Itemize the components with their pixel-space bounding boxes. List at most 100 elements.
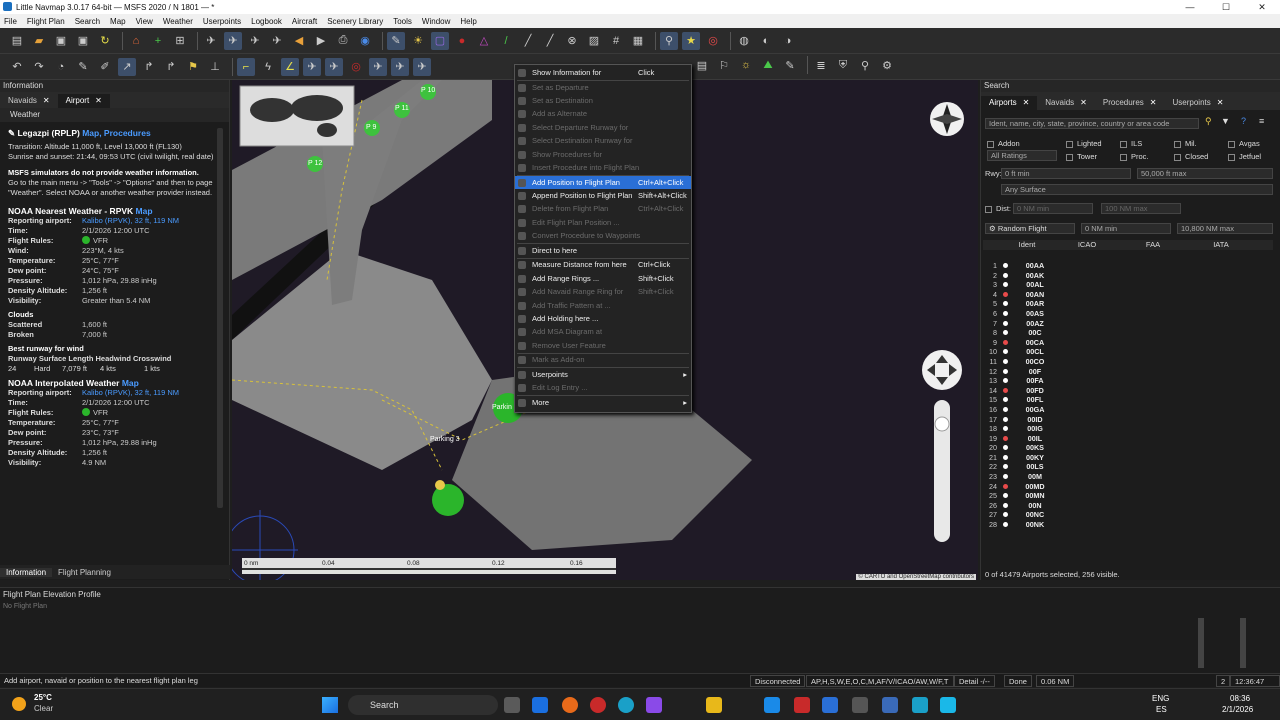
- context-menu-item[interactable]: Show Information for Click: [515, 66, 691, 79]
- brush-icon[interactable]: ✐: [96, 58, 114, 76]
- context-menu-item[interactable]: More ▸: [515, 396, 691, 409]
- menu-window[interactable]: Window: [422, 17, 450, 26]
- windows-start-icon[interactable]: [322, 697, 338, 713]
- waypoint-filter-icon[interactable]: ✈: [369, 57, 387, 76]
- menu-help[interactable]: Help: [460, 17, 476, 26]
- table-row[interactable]: 26 00N: [983, 501, 1277, 511]
- table-row[interactable]: 17 00ID: [983, 415, 1277, 425]
- menu-logbook[interactable]: Logbook: [251, 17, 282, 26]
- pencil-map-icon[interactable]: ✎: [781, 56, 799, 74]
- ratings-select[interactable]: All Ratings: [987, 150, 1057, 161]
- menu-flight-plan[interactable]: Flight Plan: [27, 17, 65, 26]
- edge-icon[interactable]: [618, 697, 634, 713]
- table-row[interactable]: 18 00IG: [983, 424, 1277, 434]
- print-icon[interactable]: ⎙: [334, 32, 352, 50]
- close-icon[interactable]: ✕: [1150, 98, 1157, 107]
- menu-userpoints[interactable]: Userpoints: [203, 17, 241, 26]
- table-row[interactable]: 5 00AR: [983, 299, 1277, 309]
- move-leg-icon[interactable]: ↗: [118, 57, 136, 76]
- open-folder-icon[interactable]: ▰: [30, 32, 48, 50]
- context-menu-item[interactable]: Direct to here: [515, 244, 691, 257]
- image-icon[interactable]: ▨: [585, 32, 603, 50]
- tab-navaids-search[interactable]: Navaids ✕: [1037, 96, 1095, 110]
- search-map-icon[interactable]: ⚲: [856, 56, 874, 74]
- check-addon[interactable]: Addon: [987, 137, 1020, 150]
- check-ils[interactable]: ILS: [1120, 137, 1142, 150]
- menu-icon[interactable]: ≡: [1259, 116, 1264, 126]
- airport-links[interactable]: Map, Procedures: [82, 128, 151, 138]
- littlenavmap-task-icon[interactable]: [882, 697, 898, 713]
- mail-icon[interactable]: [764, 697, 780, 713]
- route-icon[interactable]: ↱: [140, 58, 158, 76]
- hash-icon[interactable]: #: [607, 32, 625, 50]
- info-scrollbar[interactable]: [217, 128, 223, 508]
- table-row[interactable]: 16 00GA: [983, 405, 1277, 415]
- aircraft-center-icon[interactable]: ✈: [224, 31, 242, 50]
- check-jetfuel[interactable]: Jetfuel: [1228, 150, 1261, 163]
- table-row[interactable]: 15 00FL: [983, 395, 1277, 405]
- taskbar-lang[interactable]: ENG: [1152, 694, 1169, 703]
- tab-airport[interactable]: Airport ✕: [57, 94, 110, 108]
- globe-icon[interactable]: ◉: [356, 32, 374, 50]
- runway-icon[interactable]: ⌐: [237, 57, 255, 76]
- ruler-icon[interactable]: ╱: [519, 32, 537, 50]
- grid-app-icon[interactable]: [852, 697, 868, 713]
- vor-icon[interactable]: /: [497, 32, 515, 50]
- help-icon[interactable]: ?: [1241, 116, 1246, 126]
- context-menu-item[interactable]: Measure Distance from here Ctrl+Click: [515, 258, 691, 271]
- taskbar-weather[interactable]: Clear: [34, 704, 53, 713]
- target-icon[interactable]: ◎: [704, 32, 722, 50]
- table-row[interactable]: 8 00C: [983, 328, 1277, 338]
- check-avgas[interactable]: Avgas: [1228, 137, 1260, 150]
- filter-icon[interactable]: ▼: [1221, 116, 1230, 126]
- ndb-filter-icon[interactable]: ◎: [347, 58, 365, 76]
- search-input[interactable]: Ident, name, city, state, province, coun…: [985, 118, 1199, 129]
- maximize-button[interactable]: ☐: [1208, 0, 1244, 14]
- table-row[interactable]: 13 00FA: [983, 376, 1277, 386]
- save-as-icon[interactable]: ▣: [74, 32, 92, 50]
- tower-icon[interactable]: ⊥: [206, 58, 224, 76]
- random-max-field[interactable]: 10,800 NM max: [1177, 223, 1273, 234]
- menu-weather[interactable]: Weather: [163, 17, 193, 26]
- check-lighted[interactable]: Lighted: [1066, 137, 1102, 150]
- table-row[interactable]: 20 00KS: [983, 443, 1277, 453]
- random-flight-button[interactable]: ⚙ Random Flight: [985, 223, 1075, 234]
- home-icon[interactable]: ⌂: [127, 32, 145, 50]
- rwy-max-field[interactable]: 50,000 ft max: [1137, 168, 1273, 179]
- stack-icon[interactable]: ≣: [812, 56, 830, 74]
- calc-icon[interactable]: ◔: [52, 58, 70, 76]
- surface-select[interactable]: Any Surface: [1001, 184, 1273, 195]
- route-alt-icon[interactable]: ↱: [162, 58, 180, 76]
- table-row[interactable]: 4 00AN: [983, 290, 1277, 300]
- table-row[interactable]: 7 00AZ: [983, 319, 1277, 329]
- table-row[interactable]: 21 00KY: [983, 453, 1277, 463]
- back-icon[interactable]: ◀: [290, 32, 308, 50]
- flags-icon[interactable]: ⚐: [715, 56, 733, 74]
- col-iata[interactable]: IATA: [1189, 240, 1253, 250]
- terrain-icon[interactable]: ⛰: [759, 56, 777, 74]
- restricted-icon[interactable]: ●: [453, 32, 471, 50]
- taskbar-search[interactable]: Search: [348, 695, 498, 715]
- close-icon[interactable]: ✕: [95, 96, 102, 105]
- table-row[interactable]: 19 00IL: [983, 434, 1277, 444]
- plus-app-icon[interactable]: [822, 697, 838, 713]
- menu-tools[interactable]: Tools: [393, 17, 412, 26]
- taskbar-clock[interactable]: 08:36: [1230, 694, 1250, 703]
- context-menu-item[interactable]: Add Holding here ...: [515, 312, 691, 325]
- app-icon[interactable]: [532, 697, 548, 713]
- vor-filter-icon[interactable]: ✈: [325, 57, 343, 76]
- compass-icon[interactable]: ⊗: [563, 32, 581, 50]
- taskbar-temp[interactable]: 25°C: [34, 693, 52, 702]
- check-proc[interactable]: Proc.: [1120, 150, 1149, 163]
- random-min-field[interactable]: 0 NM min: [1081, 223, 1171, 234]
- table-row[interactable]: 9 00CA: [983, 338, 1277, 348]
- close-icon[interactable]: ✕: [1023, 98, 1030, 107]
- grid-icon[interactable]: ▦: [629, 32, 647, 50]
- check-tower[interactable]: Tower: [1066, 150, 1097, 163]
- table-row[interactable]: 10 00CL: [983, 347, 1277, 357]
- night-icon[interactable]: ◑: [779, 32, 797, 50]
- table-row[interactable]: 24 00MD: [983, 482, 1277, 492]
- task-view-icon[interactable]: [504, 697, 520, 713]
- table-row[interactable]: 28 00NK: [983, 520, 1277, 530]
- taskbar-region[interactable]: ES: [1156, 705, 1167, 714]
